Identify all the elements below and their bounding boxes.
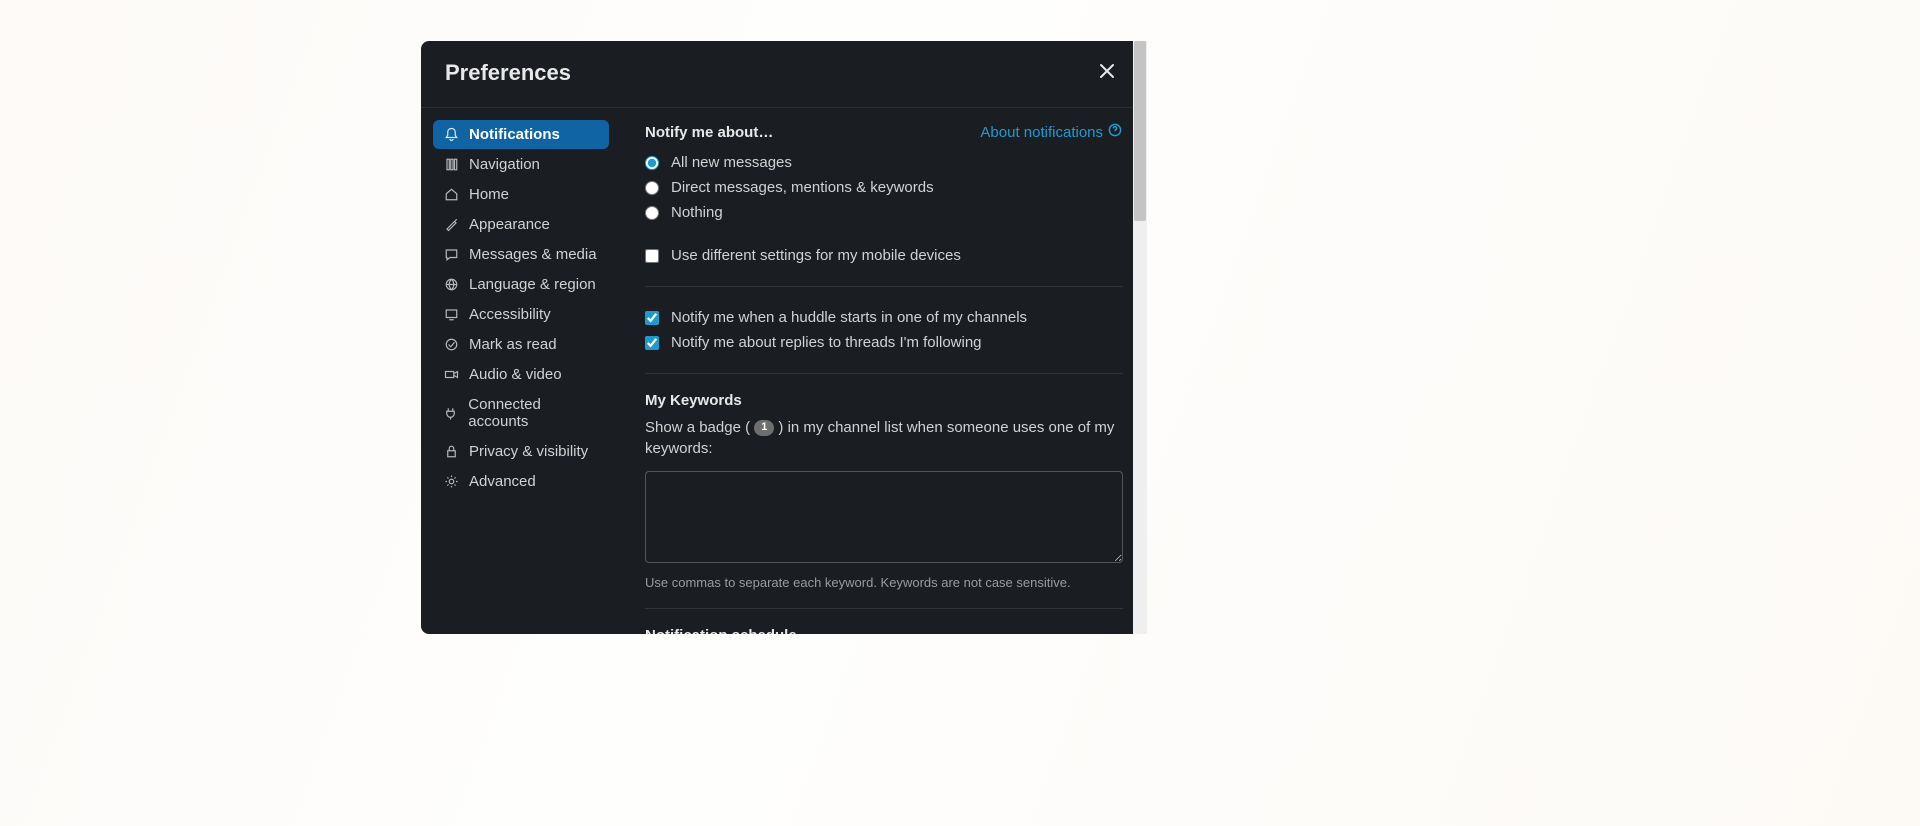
divider [645, 286, 1123, 287]
sidebar-item-accessibility[interactable]: Accessibility [433, 300, 609, 329]
sidebar-item-audio-video[interactable]: Audio & video [433, 360, 609, 389]
modal-header: Preferences [421, 41, 1147, 108]
sidebar-item-home[interactable]: Home [433, 180, 609, 209]
sidebar-item-label: Privacy & visibility [469, 443, 588, 460]
sidebar-item-label: Home [469, 186, 509, 203]
sidebar-item-label: Audio & video [469, 366, 562, 383]
sidebar-item-appearance[interactable]: Appearance [433, 210, 609, 239]
close-icon [1099, 63, 1115, 84]
threads-row[interactable]: Notify me about replies to threads I'm f… [645, 330, 1123, 355]
sidebar-item-connected-accounts[interactable]: Connected accounts [433, 390, 609, 436]
sidebar-item-messages-media[interactable]: Messages & media [433, 240, 609, 269]
sidebar-item-label: Language & region [469, 276, 596, 293]
preferences-modal: Preferences Notifications Navigation Hom… [421, 41, 1147, 634]
notify-option-label: Direct messages, mentions & keywords [671, 179, 934, 196]
divider [645, 373, 1123, 374]
sidebar-item-advanced[interactable]: Advanced [433, 467, 609, 496]
brush-icon [443, 217, 459, 233]
keywords-textarea[interactable] [645, 471, 1123, 563]
outer-scrollbar-track[interactable] [1133, 41, 1147, 634]
divider [645, 608, 1123, 609]
notify-radio-nothing[interactable] [645, 206, 659, 220]
badge-example: 1 [754, 420, 774, 436]
sidebar-item-language-region[interactable]: Language & region [433, 270, 609, 299]
sidebar-item-label: Notifications [469, 126, 560, 143]
plug-icon [443, 405, 458, 421]
bell-icon [443, 127, 459, 143]
sidebar-item-mark-as-read[interactable]: Mark as read [433, 330, 609, 359]
notify-option-all[interactable]: All new messages [645, 150, 1123, 175]
keywords-desc-pre: Show a badge ( [645, 419, 750, 436]
notify-option-nothing[interactable]: Nothing [645, 200, 1123, 225]
huddle-label: Notify me when a huddle starts in one of… [671, 309, 1027, 326]
sidebar-item-label: Connected accounts [468, 396, 599, 430]
close-button[interactable] [1091, 57, 1123, 89]
mobile-diff-checkbox[interactable] [645, 249, 659, 263]
about-link-text: About notifications [980, 124, 1103, 141]
check-circle-icon [443, 337, 459, 353]
notify-option-label: All new messages [671, 154, 792, 171]
schedule-heading: Notification schedule [645, 627, 1123, 634]
modal-title: Preferences [445, 60, 571, 86]
notify-option-label: Nothing [671, 204, 723, 221]
sidebar-item-label: Advanced [469, 473, 536, 490]
about-notifications-link[interactable]: About notifications [980, 122, 1123, 142]
sidebar-item-label: Accessibility [469, 306, 551, 323]
gear-icon [443, 474, 459, 490]
sidebar-item-notifications[interactable]: Notifications [433, 120, 609, 149]
threads-checkbox[interactable] [645, 336, 659, 350]
video-icon [443, 367, 459, 383]
notify-section-head: Notify me about… About notifications [645, 122, 1123, 142]
keywords-heading: My Keywords [645, 392, 1123, 409]
notify-radio-all[interactable] [645, 156, 659, 170]
monitor-icon [443, 307, 459, 323]
sidebar-item-label: Appearance [469, 216, 550, 233]
help-circle-icon [1107, 122, 1123, 142]
sidebar-item-navigation[interactable]: Navigation [433, 150, 609, 179]
sidebar-item-privacy-visibility[interactable]: Privacy & visibility [433, 437, 609, 466]
content-pane[interactable]: Notify me about… About notifications All… [621, 108, 1147, 634]
mobile-diff-row[interactable]: Use different settings for my mobile dev… [645, 243, 1123, 268]
sidebar-item-label: Mark as read [469, 336, 557, 353]
navigation-icon [443, 157, 459, 173]
huddle-row[interactable]: Notify me when a huddle starts in one of… [645, 305, 1123, 330]
mobile-diff-label: Use different settings for my mobile dev… [671, 247, 961, 264]
outer-scrollbar-thumb[interactable] [1134, 41, 1146, 221]
threads-label: Notify me about replies to threads I'm f… [671, 334, 982, 351]
sidebar-item-label: Navigation [469, 156, 540, 173]
chat-icon [443, 247, 459, 263]
sidebar-item-label: Messages & media [469, 246, 597, 263]
modal-body: Notifications Navigation Home Appearance… [421, 108, 1147, 634]
huddle-checkbox[interactable] [645, 311, 659, 325]
notify-radio-dm[interactable] [645, 181, 659, 195]
keywords-hint: Use commas to separate each keyword. Key… [645, 575, 1123, 590]
notify-option-dm[interactable]: Direct messages, mentions & keywords [645, 175, 1123, 200]
sidebar: Notifications Navigation Home Appearance… [421, 108, 621, 634]
home-icon [443, 187, 459, 203]
globe-icon [443, 277, 459, 293]
keywords-description: Show a badge ( 1 ) in my channel list wh… [645, 417, 1123, 459]
notify-heading: Notify me about… [645, 124, 773, 141]
lock-icon [443, 444, 459, 460]
